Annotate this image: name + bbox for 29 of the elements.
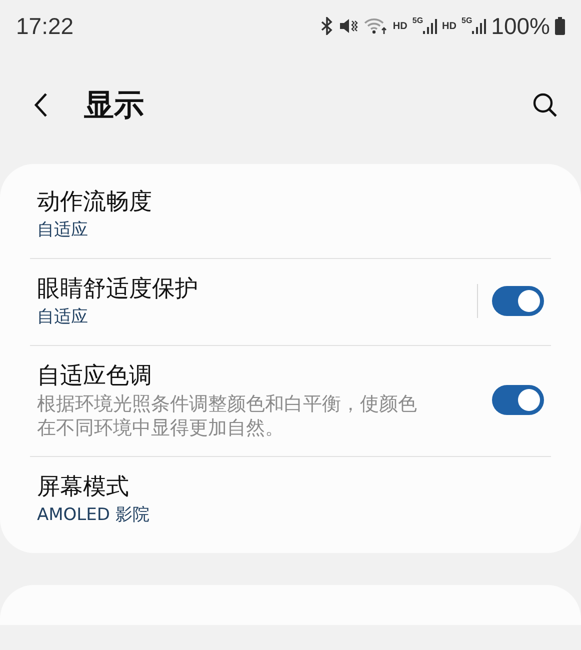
page-title: 显示 <box>84 86 145 124</box>
bluetooth-icon <box>320 17 334 35</box>
wifi-icon <box>364 17 388 35</box>
settings-item[interactable]: 动作流畅度 自适应 <box>30 172 551 258</box>
network-label: 5G <box>462 16 472 25</box>
back-button[interactable] <box>34 92 48 118</box>
battery-level: 100% <box>491 12 550 40</box>
status-time: 17:22 <box>16 12 74 40</box>
search-button[interactable] <box>531 91 559 119</box>
signal-icon <box>423 18 438 34</box>
settings-item[interactable]: 自适应色调 根据环境光照条件调整颜色和白平衡，使颜色在不同环境中显得更加自然。 <box>30 346 551 456</box>
signal-icon <box>472 18 486 34</box>
setting-title: 自适应色调 <box>37 362 153 391</box>
mute-icon <box>338 17 359 35</box>
setting-title: 屏幕模式 <box>37 473 130 502</box>
setting-value: AMOLED 影院 <box>37 504 150 527</box>
network-label: HD <box>392 20 408 32</box>
setting-value: 自适应 <box>37 306 89 329</box>
toggle-switch[interactable] <box>492 286 544 316</box>
setting-value: 自适应 <box>37 219 89 242</box>
setting-title: 眼睛舒适度保护 <box>37 275 199 304</box>
setting-description: 根据环境光照条件调整颜色和白平衡，使颜色在不同环境中显得更加自然。 <box>37 392 418 440</box>
settings-item[interactable]: 眼睛舒适度保护 自适应 <box>30 259 551 345</box>
network-label: 5G <box>412 16 424 25</box>
battery-icon <box>555 17 565 35</box>
setting-title: 动作流畅度 <box>37 188 153 217</box>
network-label: HD <box>442 20 456 32</box>
toggle-switch[interactable] <box>492 385 544 415</box>
settings-item[interactable]: 屏幕模式 AMOLED 影院 <box>30 457 551 543</box>
